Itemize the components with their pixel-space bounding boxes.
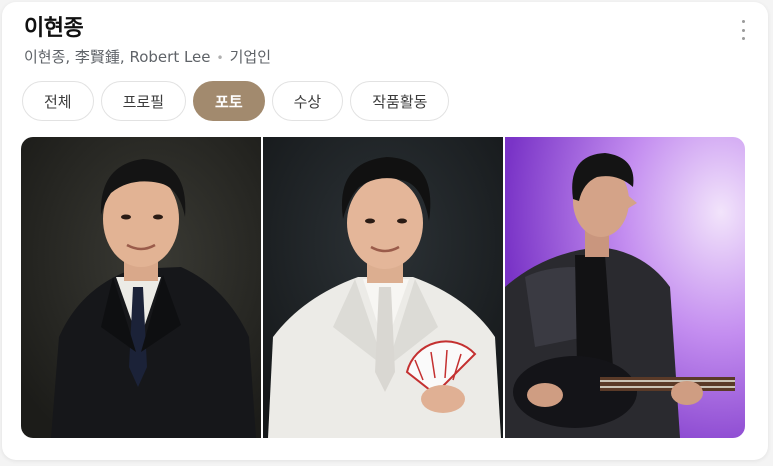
tab-awards[interactable]: 수상 [271,81,344,121]
subtitle-separator: • [216,51,224,65]
subtitle-names: 이현종, 李賢鍾, Robert Lee [24,48,211,66]
photo-guitar-portrait[interactable] [505,137,745,438]
page-title: 이현종 [24,16,84,41]
more-vertical-icon[interactable] [735,20,751,40]
photo-suit-portrait[interactable] [21,137,261,438]
subtitle: 이현종, 李賢鍾, Robert Lee • 기업인 [24,46,271,67]
tab-bar: 전체 프로필 포토 수상 작품활동 [22,81,450,121]
tab-profile[interactable]: 프로필 [100,81,187,121]
subtitle-role: 기업인 [229,48,271,66]
photo-white-suit-cards[interactable] [263,137,503,438]
tab-photo[interactable]: 포토 [193,81,265,121]
tab-all[interactable]: 전체 [22,81,94,121]
photo-gallery [21,137,745,438]
tab-works[interactable]: 작품활동 [350,81,450,121]
